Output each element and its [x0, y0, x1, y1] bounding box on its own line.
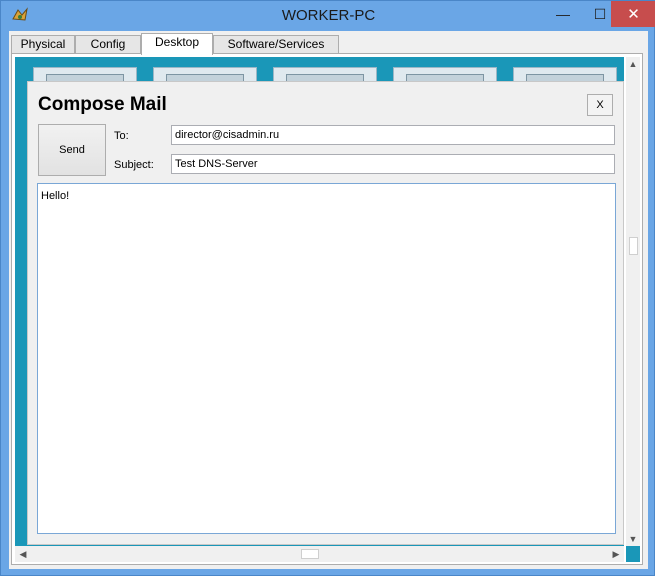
tab-desktop[interactable]: Desktop — [141, 33, 213, 55]
vertical-scroll-thumb[interactable] — [629, 237, 638, 255]
tab-software-services[interactable]: Software/Services — [213, 35, 339, 53]
scroll-up-arrow[interactable]: ▲ — [626, 57, 640, 71]
compose-mail-panel: Compose Mail X Send To: Subject: Hello! — [27, 81, 624, 545]
message-body[interactable]: Hello! — [37, 183, 616, 534]
vertical-scrollbar[interactable]: ▲ ▼ — [626, 57, 640, 546]
scroll-right-arrow[interactable]: ▶ — [608, 546, 624, 562]
send-button[interactable]: Send — [38, 124, 106, 176]
tab-physical[interactable]: Physical — [11, 35, 75, 53]
horizontal-scroll-thumb[interactable] — [301, 549, 319, 559]
compose-title: Compose Mail — [38, 94, 167, 115]
close-window-button[interactable]: ✕ — [611, 1, 655, 27]
scroll-left-arrow[interactable]: ◀ — [15, 546, 31, 562]
scroll-down-arrow[interactable]: ▼ — [626, 532, 640, 546]
app-window: WORKER-PC — ☐ ✕ Physical Config Desktop … — [0, 0, 655, 576]
tab-config[interactable]: Config — [75, 35, 141, 53]
minimize-button[interactable]: — — [546, 1, 580, 27]
compose-close-button[interactable]: X — [587, 94, 613, 116]
subject-label: Subject: — [114, 159, 154, 171]
to-field[interactable] — [171, 125, 615, 145]
subject-field[interactable] — [171, 154, 615, 174]
horizontal-scrollbar[interactable]: ◀ ▶ — [15, 546, 624, 562]
to-label: To: — [114, 130, 129, 142]
scroll-corner — [626, 546, 640, 562]
title-bar: WORKER-PC — ☐ ✕ — [1, 1, 655, 31]
